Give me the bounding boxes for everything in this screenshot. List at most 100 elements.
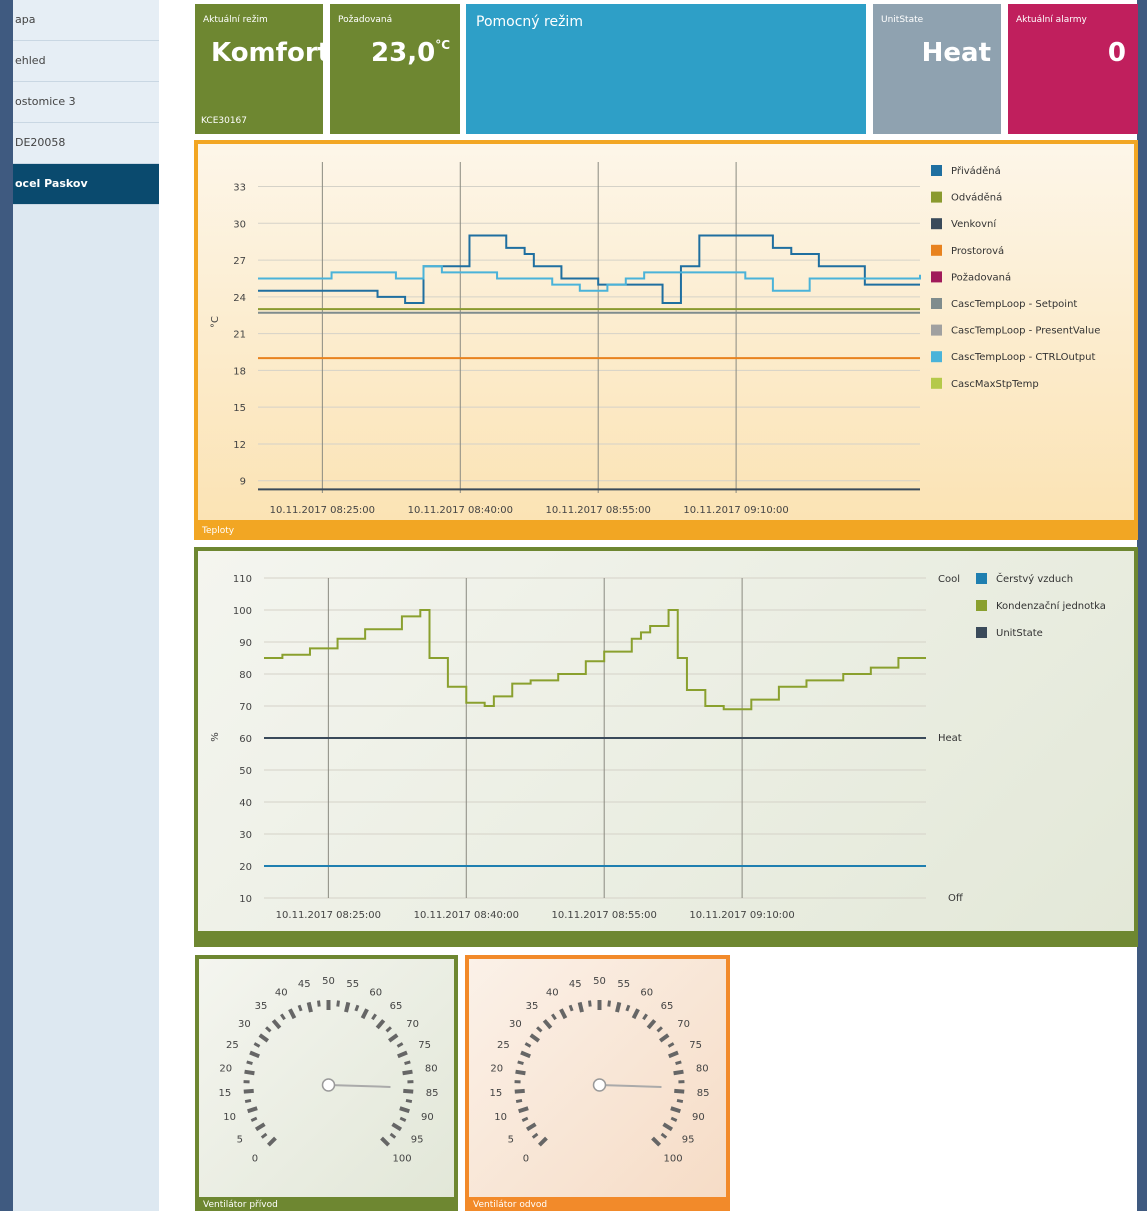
gauge-tick-label: 40 <box>546 987 559 998</box>
gauge-tick <box>524 1042 532 1048</box>
tile-caption: UnitState <box>881 15 924 25</box>
gauge-tick <box>529 1033 540 1043</box>
x-tick-label: 10.11.2017 08:40:00 <box>408 505 513 516</box>
tile-setpoint[interactable]: Požadovaná 23,0°C <box>330 4 460 134</box>
sidebar-item-prehled[interactable]: ehled <box>13 41 159 82</box>
sidebar-item-ostomice[interactable]: ostomice 3 <box>13 82 159 123</box>
gauge-tick <box>660 1132 668 1139</box>
gauge-tick <box>642 1013 648 1021</box>
y-tick-label: 33 <box>233 183 246 194</box>
gauge-tick <box>388 1033 399 1043</box>
sidebar-item-ocel-paskov[interactable]: ocel Paskov <box>13 164 159 205</box>
legend-label: UnitState <box>996 628 1043 639</box>
legend-swatch <box>931 298 942 309</box>
series-line <box>258 234 920 304</box>
sidebar-item-mapa[interactable]: apa <box>13 0 159 41</box>
gauge-tick <box>250 1116 258 1122</box>
gauge-tick <box>254 1122 266 1132</box>
gauge-tick-label: 75 <box>689 1040 702 1051</box>
gauge-tick-label: 95 <box>682 1134 695 1145</box>
tile-current-mode[interactable]: Aktuální režim Komfort KCE30167 <box>195 4 330 134</box>
gauge-tick <box>247 1106 258 1114</box>
gauge-tick <box>588 1000 592 1007</box>
gauge-panel-supply: 0 5 10 15 20 25 30 35 40 45 50 55 60 65 70 75 80 85 90 95 10… <box>195 955 458 1211</box>
gauge-panel-exhaust: 0 5 10 15 20 25 30 35 40 45 50 55 60 65 70 75 80 85 90 95 10… <box>465 955 730 1211</box>
gauge-tick <box>375 1019 386 1030</box>
gauge-tick <box>246 1060 253 1065</box>
gauge-tick <box>403 1088 414 1094</box>
gauge-tick-label: 60 <box>369 987 382 998</box>
gauge-tick <box>670 1106 681 1114</box>
gauge-tick <box>651 1136 662 1147</box>
temperature-chart: 9 12 15 18 21 24 27 30 33 10.11.2017 08:25:00 10.1… <box>210 162 1100 516</box>
exhaust-fan-gauge: 0510 15 20 25 30 35 40 45 50 55 60 6570 75 80 85 90 9510… <box>489 976 709 1165</box>
percent-chart: 10 20 30 40 50 60 70 80 90 100 110 10.11.2017 08:25… <box>210 572 1106 921</box>
series-line <box>264 609 926 711</box>
gauge-tick <box>631 1008 640 1020</box>
y-tick-label: 30 <box>233 219 246 230</box>
legend-swatch <box>931 165 942 176</box>
gauge-tick <box>536 1026 543 1033</box>
legend-swatch <box>931 244 942 256</box>
x-tick-label: 10.11.2017 09:10:00 <box>683 505 788 516</box>
gauge-tick <box>344 1001 351 1013</box>
gauge-tick <box>249 1050 260 1059</box>
gauge-hub <box>321 1078 336 1092</box>
gauge-tick-label: 70 <box>677 1019 690 1030</box>
legend-label: CascTempLoop - CTRLOutput <box>951 352 1095 363</box>
gauge-tick <box>380 1136 391 1147</box>
mode-value: Komfort <box>211 38 331 68</box>
gauge-tick-label: 50 <box>593 976 606 987</box>
gauge-tick-label: 70 <box>406 1019 419 1030</box>
panel-footer-label: Teploty <box>202 526 235 536</box>
temperature-panel: 9 12 15 18 21 24 27 30 33 10.11.2017 08:25:00 10.1… <box>194 140 1138 540</box>
y-tick-label: 10 <box>239 894 252 905</box>
gauge-tick-label: 55 <box>346 979 359 990</box>
right-edge-bar <box>1137 0 1147 1211</box>
gauge-tick <box>525 1122 537 1132</box>
gauge-tick <box>253 1042 261 1048</box>
gauge-tick <box>520 1050 531 1059</box>
tile-alarms[interactable]: Aktuální alarmy 0 <box>1008 4 1138 134</box>
gauge-tick-label: 100 <box>392 1154 411 1165</box>
tile-unit-state[interactable]: UnitState Heat <box>873 4 1001 134</box>
gauge-tick-label: 65 <box>661 1001 674 1012</box>
sidebar: apa ehled ostomice 3 DE20058 ocel Paskov <box>13 0 159 1211</box>
gauge-tick-label: 85 <box>426 1088 439 1099</box>
legend-label: Kondenzační jednotka <box>996 600 1106 612</box>
y-tick-label: 20 <box>239 862 252 873</box>
y-tick-label: 100 <box>233 606 252 617</box>
x-tick-label: 10.11.2017 08:40:00 <box>414 910 519 921</box>
gauge-tick-label: 60 <box>640 987 653 998</box>
legend-label: Přiváděná <box>951 165 1001 177</box>
gauge-tick-label: 45 <box>298 979 311 990</box>
gauge-tick <box>676 1098 684 1104</box>
gauge-tick-label: 0 <box>252 1154 258 1165</box>
legend-swatch <box>976 627 987 638</box>
gauge-tick-label: 90 <box>692 1112 705 1123</box>
gauge-tick <box>625 1004 631 1012</box>
tile-caption: Aktuální alarmy <box>1016 15 1087 25</box>
gauge-tick-label: 20 <box>490 1064 503 1075</box>
gauge-tick <box>675 1060 682 1065</box>
legend-swatch <box>931 218 942 230</box>
gauge-tick-label: 10 <box>494 1112 507 1123</box>
gauge-tick <box>260 1132 268 1139</box>
gauge-tick-label: 35 <box>255 1001 268 1012</box>
sidebar-item-de20058[interactable]: DE20058 <box>13 123 159 164</box>
alarms-value: 0 <box>1107 38 1126 68</box>
y-tick-label: 15 <box>233 403 246 414</box>
gauge-tick <box>391 1122 403 1132</box>
gauge-tick <box>607 1000 611 1007</box>
gauge-needle <box>599 1084 662 1088</box>
legend-swatch <box>931 377 942 389</box>
tile-aux-mode[interactable]: Pomocný režim <box>466 4 866 134</box>
gauge-tick <box>656 1026 663 1033</box>
gauge-tick <box>515 1098 523 1104</box>
gauge-tick <box>271 1019 282 1030</box>
y-tick-label: 27 <box>233 256 246 267</box>
gauge-tick-label: 75 <box>418 1040 431 1051</box>
y-tick-label: 18 <box>233 366 246 377</box>
gauge-tick-label: 10 <box>223 1112 236 1123</box>
gauge-tick-label: 55 <box>617 979 630 990</box>
